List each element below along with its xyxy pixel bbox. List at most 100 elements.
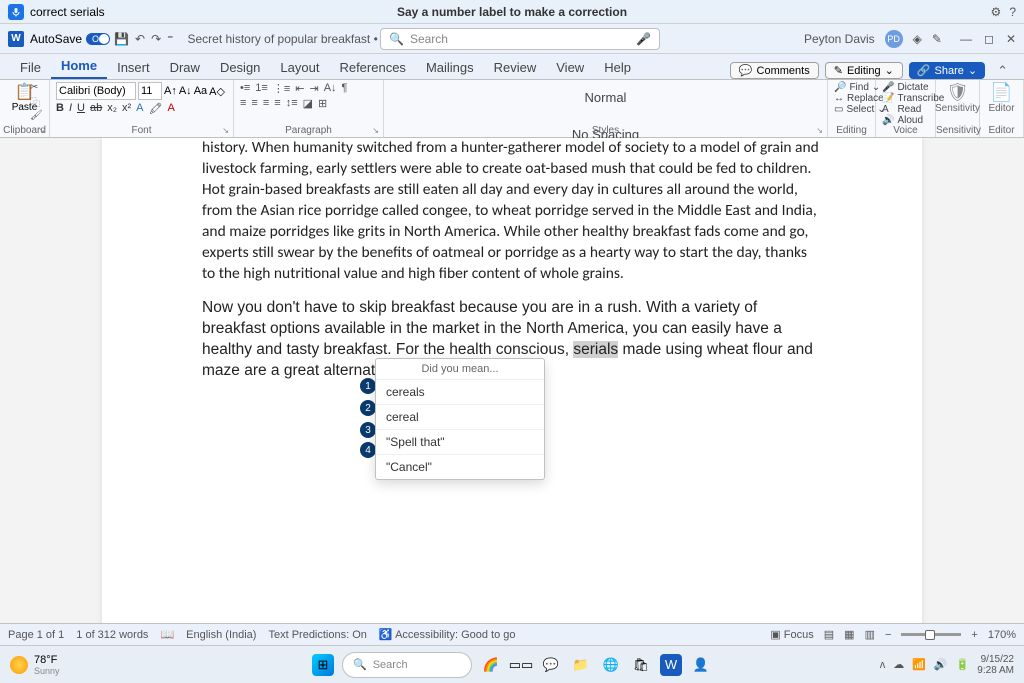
style-normal[interactable]: Normal — [575, 84, 637, 111]
minimize-button[interactable]: — — [960, 32, 972, 46]
select-button[interactable]: ▭ Select ⌄ — [834, 104, 869, 115]
bullets-icon[interactable]: •≡ — [240, 82, 250, 95]
wifi-icon[interactable]: 📶 — [912, 658, 926, 671]
multilevel-icon[interactable]: ⋮≡ — [273, 82, 290, 95]
search-mic-icon[interactable]: 🎤 — [636, 32, 651, 46]
document-area[interactable]: history. When humanity switched from a h… — [0, 138, 1024, 628]
view-print-icon[interactable]: ▤ — [824, 628, 834, 641]
comments-button[interactable]: 💬 Comments — [730, 62, 819, 79]
tray-chevron-icon[interactable]: ʌ — [880, 659, 886, 671]
subscript-button[interactable]: x₂ — [107, 102, 117, 115]
share-button[interactable]: 🔗 Share ⌄ — [909, 62, 985, 79]
redo-icon[interactable]: ↷ — [151, 32, 161, 46]
avatar[interactable]: PD — [885, 30, 903, 48]
word-count[interactable]: 1 of 312 words — [76, 629, 148, 641]
underline-button[interactable]: U — [77, 102, 85, 115]
editing-mode-button[interactable]: ✎ Editing ⌄ — [825, 62, 903, 79]
replace-button[interactable]: ↔ Replace — [834, 93, 869, 104]
maximize-button[interactable]: ◻ — [984, 32, 994, 46]
popup-option-1[interactable]: cereals — [376, 380, 544, 405]
dictate-button[interactable]: 🎤 Dictate — [882, 82, 929, 93]
battery-icon[interactable]: 🔋 — [956, 658, 970, 671]
transcribe-button[interactable]: 📝 Transcribe — [882, 93, 929, 104]
font-name-select[interactable] — [56, 82, 136, 100]
line-spacing-icon[interactable]: ↕≡ — [286, 97, 298, 110]
font-launcher-icon[interactable]: ↘ — [222, 126, 229, 135]
volume-icon[interactable]: 🔊 — [934, 658, 948, 671]
justify-icon[interactable]: ≡ — [274, 97, 280, 110]
clock[interactable]: 9/15/229:28 AM — [977, 654, 1014, 676]
user-name[interactable]: Peyton Davis — [804, 32, 875, 46]
text-effects-icon[interactable]: A — [136, 102, 143, 115]
tab-view[interactable]: View — [546, 56, 594, 79]
zoom-out-button[interactable]: − — [885, 629, 891, 641]
undo-icon[interactable]: ↶ — [135, 32, 145, 46]
accessibility-status[interactable]: ♿ Accessibility: Good to go — [379, 628, 516, 641]
explorer-icon[interactable]: 📁 — [570, 654, 592, 676]
tab-layout[interactable]: Layout — [270, 56, 329, 79]
align-left-icon[interactable]: ≡ — [240, 97, 246, 110]
task-view-icon[interactable]: ▭▭ — [510, 654, 532, 676]
shrink-font-icon[interactable]: A↓ — [179, 85, 192, 97]
paragraph-launcher-icon[interactable]: ↘ — [372, 126, 379, 135]
zoom-level[interactable]: 170% — [988, 629, 1016, 641]
format-painter-icon[interactable]: 🖌 — [30, 110, 43, 121]
align-center-icon[interactable]: ≡ — [251, 97, 257, 110]
zoom-slider[interactable] — [901, 633, 961, 636]
view-read-icon[interactable]: ▦ — [844, 628, 854, 641]
clear-format-icon[interactable]: A◇ — [209, 85, 225, 98]
edge-icon[interactable]: 🌐 — [600, 654, 622, 676]
taskbar-search[interactable]: 🔍Search — [342, 652, 472, 678]
read-aloud-button[interactable]: A🔊 Read Aloud — [882, 104, 929, 126]
decrease-indent-icon[interactable]: ⇤ — [295, 82, 304, 95]
view-web-icon[interactable]: ▥ — [865, 628, 875, 641]
tab-review[interactable]: Review — [484, 56, 547, 79]
paragraph-1[interactable]: history. When humanity switched from a h… — [202, 138, 822, 284]
page-count[interactable]: Page 1 of 1 — [8, 629, 64, 641]
borders-icon[interactable]: ⊞ — [318, 97, 327, 110]
tab-insert[interactable]: Insert — [107, 56, 160, 79]
start-button[interactable]: ⊞ — [312, 654, 334, 676]
font-color-icon[interactable]: A — [167, 102, 174, 115]
pen-icon[interactable]: ✎ — [932, 32, 942, 46]
save-icon[interactable]: 💾 — [114, 32, 129, 46]
settings-icon[interactable]: ⚙ — [991, 5, 1002, 19]
tab-mailings[interactable]: Mailings — [416, 56, 484, 79]
change-case-icon[interactable]: Aa — [194, 85, 207, 97]
popup-option-3[interactable]: "Spell that" — [376, 430, 544, 455]
tab-help[interactable]: Help — [594, 56, 641, 79]
cut-icon[interactable]: ✂ — [30, 82, 43, 93]
tab-references[interactable]: References — [329, 56, 415, 79]
font-size-select[interactable] — [138, 82, 162, 100]
tab-design[interactable]: Design — [210, 56, 270, 79]
autosave-toggle[interactable]: AutoSave On — [30, 32, 104, 46]
numbering-icon[interactable]: 1≡ — [255, 82, 268, 95]
group-sensitivity[interactable]: 🛡 Sensitivity Sensitivity — [936, 80, 980, 137]
word-taskbar-icon[interactable]: W — [660, 654, 682, 676]
weather-widget[interactable]: 78°FSunny — [0, 654, 60, 676]
tab-home[interactable]: Home — [51, 54, 107, 79]
italic-button[interactable]: I — [69, 102, 72, 115]
tab-file[interactable]: File — [10, 56, 51, 79]
group-editor[interactable]: 📄 Editor Editor — [980, 80, 1024, 137]
increase-indent-icon[interactable]: ⇥ — [309, 82, 318, 95]
chat-icon[interactable]: 💬 — [540, 654, 562, 676]
store-icon[interactable]: 🛍 — [630, 654, 652, 676]
bold-button[interactable]: B — [56, 102, 64, 115]
text-predictions[interactable]: Text Predictions: On — [268, 629, 366, 641]
popup-option-2[interactable]: cereal — [376, 405, 544, 430]
collapse-ribbon-icon[interactable]: ⌃ — [997, 63, 1008, 79]
clipboard-launcher-icon[interactable]: ↘ — [38, 126, 45, 135]
copy-icon[interactable]: ⿻ — [30, 94, 43, 109]
focus-button[interactable]: ▣ Focus — [770, 628, 813, 641]
tab-draw[interactable]: Draw — [160, 56, 210, 79]
shading-icon[interactable]: ◪ — [303, 97, 313, 110]
grow-font-icon[interactable]: A↑ — [164, 85, 177, 97]
superscript-button[interactable]: x² — [122, 102, 131, 115]
close-button[interactable]: ✕ — [1006, 32, 1016, 46]
styles-launcher-icon[interactable]: ↘ — [816, 126, 823, 135]
qat-dropdown-icon[interactable]: ⁼ — [167, 32, 173, 46]
find-button[interactable]: 🔎 Find ⌄ — [834, 82, 869, 93]
onedrive-icon[interactable]: ☁ — [893, 658, 904, 671]
spellcheck-icon[interactable]: 📖 — [160, 628, 174, 641]
